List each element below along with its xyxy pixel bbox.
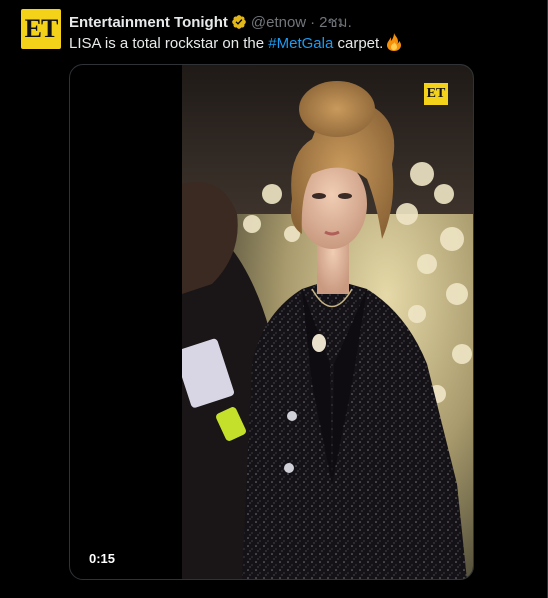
video-player[interactable]: ET 0:15	[69, 64, 474, 580]
et-watermark-logo: ET	[424, 83, 448, 105]
tweet-text-part: LISA is a total rockstar on the	[69, 35, 269, 52]
verified-badge-icon[interactable]	[231, 14, 247, 30]
tweet-text-part: carpet.	[333, 35, 384, 52]
fire-icon	[387, 33, 402, 51]
tweet-article[interactable]: ET Entertainment Tonight @etnow · 2ชม. L…	[0, 0, 548, 598]
video-timestamp: 0:15	[81, 549, 124, 568]
avatar[interactable]: ET	[21, 9, 61, 49]
separator-dot: ·	[310, 13, 316, 31]
display-name[interactable]: Entertainment Tonight	[69, 14, 228, 31]
video-frame[interactable]: ET	[182, 65, 473, 579]
tweet-header: Entertainment Tonight @etnow · 2ชม.	[69, 10, 352, 34]
video-still-image	[182, 65, 473, 579]
timestamp-link[interactable]: 2ชม.	[319, 10, 352, 34]
hashtag-link[interactable]: #MetGala	[268, 35, 333, 52]
user-handle[interactable]: @etnow	[251, 14, 306, 31]
tweet-text: LISA is a total rockstar on the #MetGala…	[69, 33, 402, 54]
